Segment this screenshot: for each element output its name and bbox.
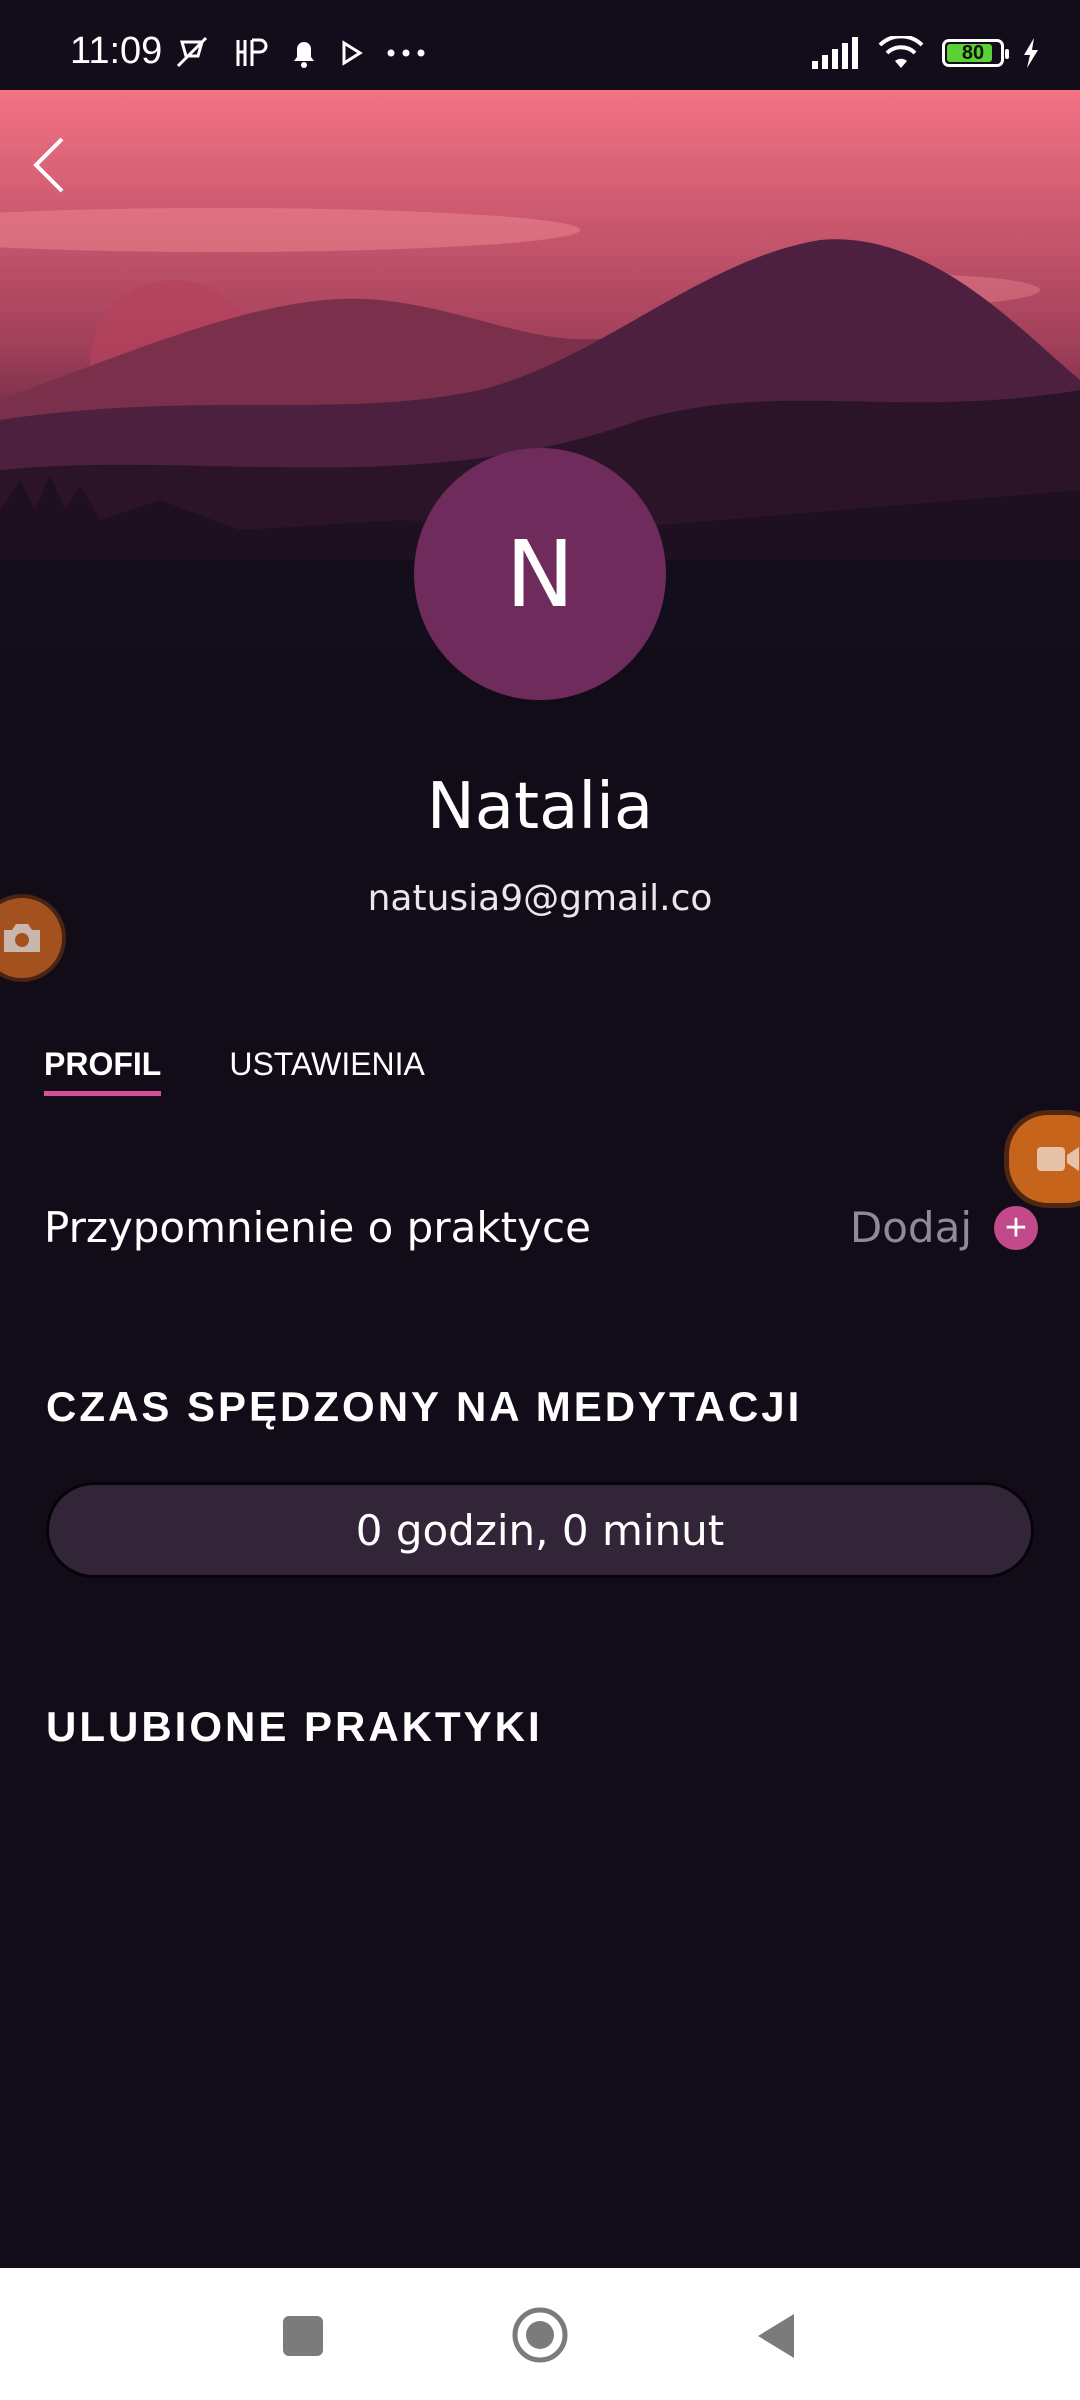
profile-tabs: PROFIL USTAWIENIA <box>44 1046 425 1096</box>
status-icons-left <box>172 36 426 70</box>
status-time: 11:09 <box>70 30 163 72</box>
charging-icon <box>1024 38 1038 68</box>
add-reminder-button[interactable]: Dodaj + <box>850 1203 1038 1252</box>
back-nav-icon[interactable] <box>756 2312 796 2360</box>
back-icon[interactable] <box>20 125 80 205</box>
avatar-initial: N <box>505 520 575 628</box>
battery-icon: 80 <box>942 39 1009 67</box>
meditation-time-value: 0 godzin, 0 minut <box>46 1482 1034 1578</box>
practice-reminder-row: Przypomnienie o praktyce Dodaj + <box>44 1203 1038 1263</box>
avatar[interactable]: N <box>414 448 666 700</box>
recents-icon[interactable] <box>283 2316 323 2356</box>
add-reminder-label: Dodaj <box>849 1203 972 1252</box>
meditation-time-title: CZAS SPĘDZONY NA MEDYTACJI <box>46 1383 803 1430</box>
wifi-icon <box>878 36 924 68</box>
plus-icon: + <box>994 1205 1038 1250</box>
play-icon <box>342 40 363 66</box>
system-nav-bar <box>0 2268 1080 2400</box>
status-bar: 11:09 80 <box>0 0 1080 90</box>
home-icon[interactable] <box>511 2306 569 2364</box>
tab-profil[interactable]: PROFIL <box>44 1046 162 1096</box>
app-icon <box>236 38 268 66</box>
camera-icon <box>4 924 40 952</box>
more-icon <box>387 49 425 57</box>
status-icons-right: 80 <box>812 36 1040 70</box>
profile-email: natusia9@gmail.co <box>367 878 713 919</box>
mute-icon <box>176 36 208 68</box>
profile-name: Natalia <box>426 770 654 844</box>
battery-level: 80 <box>961 41 985 64</box>
video-camera-icon <box>1037 1147 1079 1171</box>
signal-icon <box>812 37 858 69</box>
tab-ustawienia[interactable]: USTAWIENIA <box>229 1046 425 1096</box>
video-bubble[interactable] <box>1004 1110 1080 1208</box>
favorites-title: ULUBIONE PRAKTYKI <box>46 1703 543 1750</box>
bell-icon <box>294 42 314 68</box>
reminder-label: Przypomnienie o praktyce <box>44 1203 591 1252</box>
